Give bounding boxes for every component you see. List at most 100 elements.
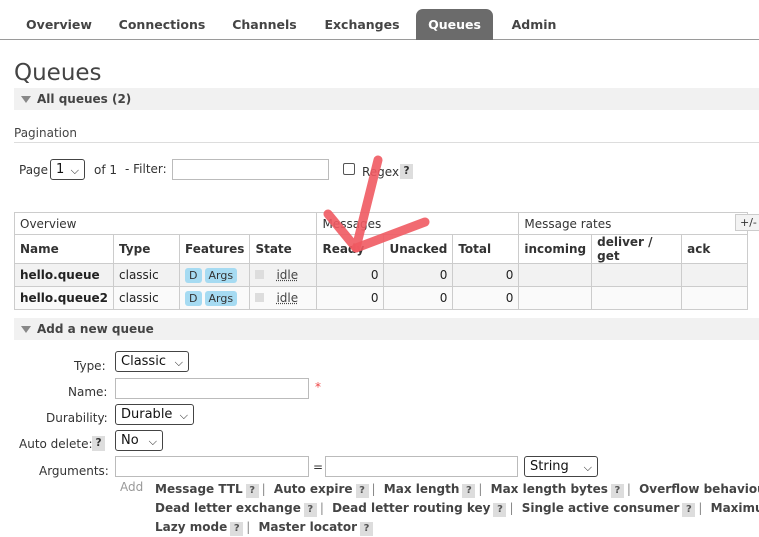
col-features[interactable]: Features xyxy=(179,234,251,264)
argument-key-input[interactable] xyxy=(115,456,309,477)
group-overview: Overview xyxy=(13,212,318,235)
ready-count: 0 xyxy=(316,286,385,310)
group-messages: Messages xyxy=(316,212,520,235)
arg-link-lazy-mode[interactable]: Lazy mode xyxy=(155,520,227,534)
arguments-label: Arguments: xyxy=(39,464,109,478)
unacked-count: 0 xyxy=(383,263,454,287)
all-queues-label: All queues (2) xyxy=(37,92,132,106)
arg-link-max-length-bytes[interactable]: Max length bytes xyxy=(491,482,608,496)
filter-input[interactable] xyxy=(172,159,329,180)
col-incoming[interactable]: incoming xyxy=(518,234,593,264)
help-button[interactable]: ? xyxy=(355,484,369,498)
chevron-down-icon: ⌵ xyxy=(70,164,79,177)
help-button[interactable]: ? xyxy=(682,503,696,517)
arg-link-dead-letter-routing-key[interactable]: Dead letter routing key xyxy=(332,501,490,515)
arg-link-overflow-behaviour[interactable]: Overflow behaviour xyxy=(639,482,759,496)
page-label: Page xyxy=(19,163,49,177)
queue-type-select[interactable]: Classic ⌵ xyxy=(115,351,189,372)
col-name[interactable]: Name xyxy=(13,234,115,264)
state-indicator xyxy=(255,293,265,302)
arg-link-master-locator[interactable]: Master locator xyxy=(258,520,357,534)
help-button[interactable]: ? xyxy=(245,484,259,498)
tab-exchanges[interactable]: Exchanges xyxy=(318,9,406,40)
col-total[interactable]: Total xyxy=(452,234,520,264)
type-label: Type: xyxy=(74,359,106,373)
tab-admin[interactable]: Admin xyxy=(503,9,565,40)
equals-sign: = xyxy=(313,460,324,474)
queue-name-link[interactable]: hello.queue xyxy=(13,263,115,287)
col-unacked[interactable]: Unacked xyxy=(383,234,454,264)
table-row[interactable]: hello.queue2 classic D Args idle 0 0 0 xyxy=(13,286,749,310)
help-button[interactable]: ? xyxy=(610,484,624,498)
deliver-get-rate xyxy=(591,286,683,310)
add-queue-label: Add a new queue xyxy=(37,322,154,336)
table-row[interactable]: hello.queue classic D Args idle 0 0 0 xyxy=(13,263,749,287)
durability-label: Durability: xyxy=(46,411,108,425)
state-indicator xyxy=(255,270,265,279)
add-queue-section-header[interactable]: Add a new queue xyxy=(14,318,759,340)
total-count: 0 xyxy=(452,263,520,287)
chevron-down-icon: ⌵ xyxy=(148,435,157,448)
arg-link-dead-letter-exchange[interactable]: Dead letter exchange xyxy=(155,501,301,515)
total-count: 0 xyxy=(452,286,520,310)
page-select[interactable]: 1 ⌵ xyxy=(50,159,85,180)
tab-connections[interactable]: Connections xyxy=(113,9,211,40)
chevron-down-icon: ⌵ xyxy=(179,409,188,422)
pagination-title: Pagination xyxy=(14,126,77,140)
queue-name-link[interactable]: hello.queue2 xyxy=(13,286,115,310)
queue-state: idle xyxy=(249,263,318,287)
queue-type: classic xyxy=(113,286,181,310)
help-button[interactable]: ? xyxy=(462,484,476,498)
argument-value-input[interactable] xyxy=(325,456,518,477)
page-title: Queues xyxy=(14,60,102,86)
durability-select[interactable]: Durable ⌵ xyxy=(115,404,194,425)
queue-state: idle xyxy=(249,286,318,310)
auto-delete-label: Auto delete: xyxy=(19,437,93,451)
main-tab-bar: Overview Connections Channels Exchanges … xyxy=(0,0,759,40)
regex-checkbox[interactable] xyxy=(343,163,355,175)
filter-label: - Filter: xyxy=(125,162,167,176)
deliver-get-rate xyxy=(591,263,683,287)
add-argument-label: Add xyxy=(120,480,144,494)
tab-queues[interactable]: Queues xyxy=(416,9,493,40)
argument-type-select[interactable]: String ⌵ xyxy=(524,456,598,477)
durable-badge: D xyxy=(185,290,202,306)
page-select-value: 1 xyxy=(56,162,65,177)
triangle-collapse-icon xyxy=(21,96,31,103)
col-type[interactable]: Type xyxy=(113,234,181,264)
col-deliver-get[interactable]: deliver / get xyxy=(591,234,683,264)
arg-link-single-active-consumer[interactable]: Single active consumer xyxy=(522,501,680,515)
col-ack[interactable]: ack xyxy=(681,234,749,264)
arg-link-auto-expire[interactable]: Auto expire xyxy=(274,482,353,496)
column-toggle-button[interactable]: +/- xyxy=(735,214,759,231)
queue-features: D Args xyxy=(179,286,251,310)
name-label: Name: xyxy=(68,385,108,399)
all-queues-section-header[interactable]: All queues (2) xyxy=(14,88,759,110)
tab-overview[interactable]: Overview xyxy=(15,9,103,40)
arg-link-message-ttl[interactable]: Message TTL xyxy=(155,482,243,496)
help-button[interactable]: ? xyxy=(493,503,507,517)
col-ready[interactable]: Ready xyxy=(316,234,385,264)
queue-features: D Args xyxy=(179,263,251,287)
col-state[interactable]: State xyxy=(249,234,318,264)
help-button[interactable]: ? xyxy=(360,522,374,536)
queues-table: Overview Messages Message rates Name Typ… xyxy=(13,212,749,310)
durability-value: Durable xyxy=(121,407,173,422)
auto-delete-select[interactable]: No ⌵ xyxy=(115,430,163,451)
queue-name-input[interactable] xyxy=(115,378,309,399)
arg-link-max-length[interactable]: Max length xyxy=(384,482,460,496)
argument-type-value: String xyxy=(530,459,569,474)
regex-help-button[interactable]: ? xyxy=(400,164,413,179)
triangle-collapse-icon xyxy=(21,326,31,333)
help-button[interactable]: ? xyxy=(303,503,317,517)
state-label: idle xyxy=(276,291,299,305)
args-badge: Args xyxy=(204,290,238,306)
help-button[interactable]: ? xyxy=(230,522,244,536)
incoming-rate xyxy=(518,263,593,287)
queue-type: classic xyxy=(113,263,181,287)
group-message-rates: Message rates xyxy=(518,212,749,235)
arg-link-maximum[interactable]: Maximum xyxy=(711,501,759,515)
tab-channels[interactable]: Channels xyxy=(222,9,307,40)
ack-rate xyxy=(681,286,749,310)
auto-delete-help-button[interactable]: ? xyxy=(92,436,105,451)
